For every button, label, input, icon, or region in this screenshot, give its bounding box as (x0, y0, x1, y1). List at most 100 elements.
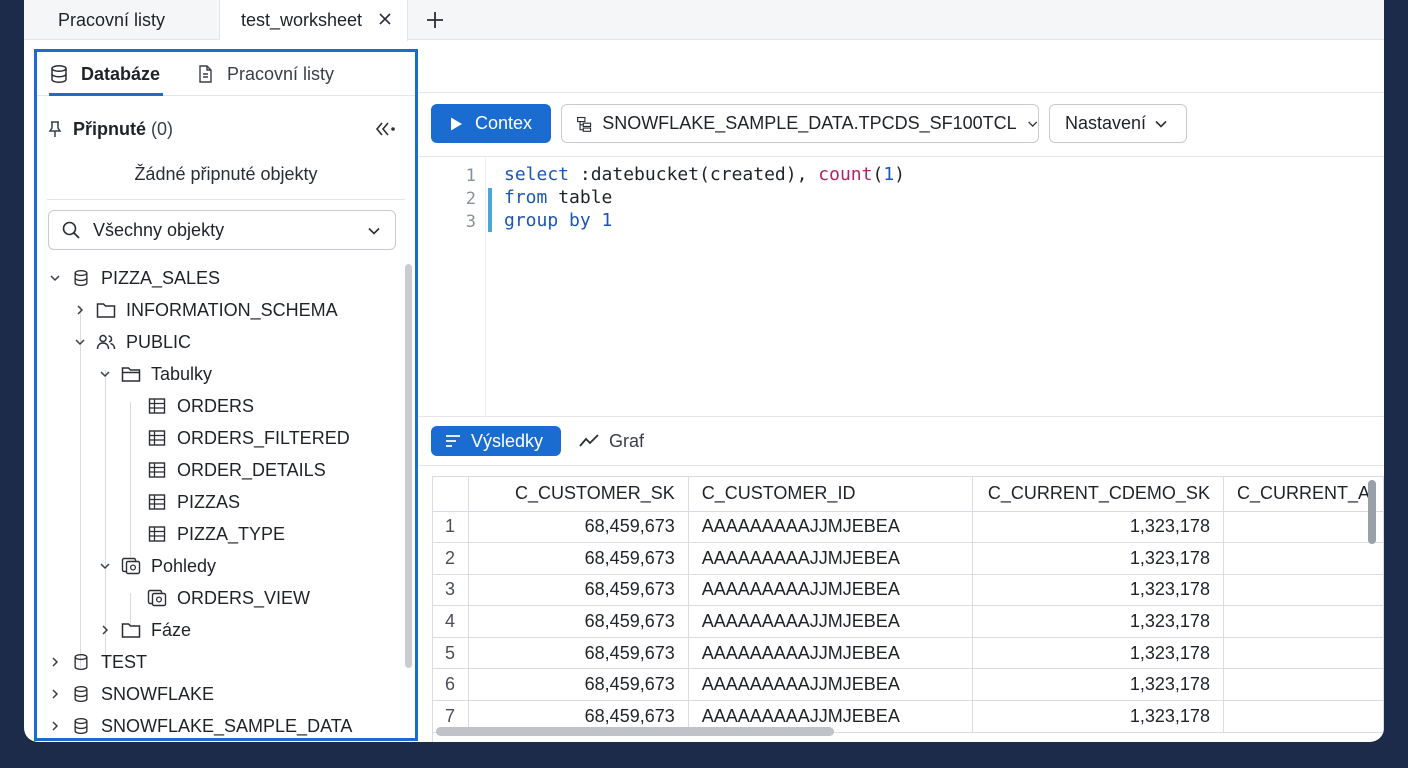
view-icon (147, 588, 167, 608)
chevron-right-icon[interactable] (47, 654, 63, 670)
tree-node-label: TEST (101, 651, 148, 672)
table-cell[interactable]: 68,459,673 (468, 605, 689, 638)
table-cell[interactable]: AAAAAAAAAJJMJEBEA (688, 637, 974, 670)
collapse-panel-icon[interactable] (375, 120, 397, 138)
chevron-down-icon[interactable] (72, 334, 88, 350)
table-cell[interactable] (1223, 700, 1384, 733)
chevron-right-icon[interactable] (72, 302, 88, 318)
table-cell[interactable]: 68,459,673 (468, 574, 689, 607)
table-row[interactable]: 3 68,459,673 AAAAAAAAAJJMJEBEA 1,323,178 (433, 574, 1384, 607)
table-cell[interactable]: 68,459,673 (468, 668, 689, 702)
results-vertical-scrollbar[interactable] (1368, 480, 1376, 544)
chevron-down-icon[interactable] (97, 366, 113, 382)
object-filter-select[interactable]: Všechny objekty (48, 210, 396, 250)
column-header[interactable]: C_CUSTOMER_SK (468, 477, 689, 512)
tab-chart[interactable]: Graf (579, 426, 644, 456)
column-header[interactable]: C_CURRENT_A (1223, 477, 1384, 512)
table-cell[interactable]: 68,459,673 (468, 542, 689, 575)
table-cell[interactable]: 1,323,178 (972, 574, 1224, 607)
tree-node-table-pizzas[interactable]: PIZZAS (147, 487, 240, 517)
tree-scrollbar[interactable] (405, 264, 412, 668)
code-line-2[interactable]: from table (504, 187, 612, 208)
table-cell[interactable] (1223, 511, 1384, 544)
tab-worksheets[interactable]: Pracovní listy (24, 0, 220, 40)
users-icon (96, 332, 116, 352)
tree-node-information-schema[interactable]: INFORMATION_SCHEMA (72, 295, 338, 325)
search-icon (62, 221, 80, 239)
tree-node-pizza-sales[interactable]: PIZZA_SALES (47, 263, 220, 293)
settings-dropdown[interactable]: Nastavení (1049, 104, 1187, 143)
tree-node-table-order-details[interactable]: ORDER_DETAILS (147, 455, 326, 485)
chevron-right-icon[interactable] (97, 622, 113, 638)
table-cell[interactable]: AAAAAAAAAJJMJEBEA (688, 574, 974, 607)
tree-node-label: ORDER_DETAILS (177, 459, 326, 480)
list-icon (446, 435, 460, 447)
table-cell[interactable]: AAAAAAAAAJJMJEBEA (688, 542, 974, 575)
tab-databases[interactable]: Databáze (49, 52, 163, 96)
results-table: C_CUSTOMER_SK C_CUSTOMER_ID C_CURRENT_CD… (433, 477, 1384, 733)
add-tab-icon[interactable] (424, 9, 446, 31)
context-select[interactable]: SNOWFLAKE_SAMPLE_DATA.TPCDS_SF100TCL (561, 104, 1039, 143)
table-row[interactable]: 4 68,459,673 AAAAAAAAAJJMJEBEA 1,323,178 (433, 605, 1384, 638)
database-icon (71, 716, 91, 736)
table-cell[interactable]: 68,459,673 (468, 637, 689, 670)
tree-node-snowflake-sample-data[interactable]: SNOWFLAKE_SAMPLE_DATA (47, 711, 353, 738)
chevron-right-icon[interactable] (47, 686, 63, 702)
tree-node-table-orders[interactable]: ORDERS (147, 391, 254, 421)
code-line-1[interactable]: select :datebucket(created), count(1) (504, 164, 905, 185)
table-row[interactable]: 6 68,459,673 AAAAAAAAAJJMJEBEA 1,323,178 (433, 668, 1384, 702)
table-cell[interactable]: 68,459,673 (468, 511, 689, 544)
table-row[interactable]: 1 68,459,673 AAAAAAAAAJJMJEBEA 1,323,178 (433, 511, 1384, 544)
table-cell[interactable]: 1,323,178 (972, 542, 1224, 575)
close-icon[interactable] (377, 11, 393, 27)
table-cell[interactable] (1223, 542, 1384, 575)
sql-editor[interactable]: 1 2 3 select :datebucket(created), count… (418, 158, 1384, 417)
run-button-label: Contex (475, 113, 533, 133)
chevron-down-icon[interactable] (97, 558, 113, 574)
table-cell[interactable]: 1,323,178 (972, 511, 1224, 544)
table-cell[interactable] (1223, 605, 1384, 638)
table-cell[interactable]: 1,323,178 (972, 605, 1224, 638)
chevron-down-icon[interactable] (47, 270, 63, 286)
table-row[interactable]: 5 68,459,673 AAAAAAAAAJJMJEBEA 1,323,178 (433, 637, 1384, 670)
tree-node-label: SNOWFLAKE (101, 683, 215, 704)
table-cell[interactable] (1223, 574, 1384, 607)
tree-node-table-pizza-type[interactable]: PIZZA_TYPE (147, 519, 285, 549)
results-horizontal-scrollbar[interactable] (436, 727, 834, 736)
tree-node-view-orders-view[interactable]: ORDERS_VIEW (147, 583, 310, 613)
tree-node-table-orders-filtered[interactable]: ORDERS_FILTERED (147, 423, 350, 453)
table-icon (147, 492, 167, 512)
table-cell[interactable] (1223, 668, 1384, 702)
table-cell[interactable]: 1,323,178 (972, 668, 1224, 702)
table-cell[interactable] (1223, 637, 1384, 670)
tree-node-label: SNOWFLAKE_SAMPLE_DATA (101, 715, 353, 736)
column-header[interactable]: C_CURRENT_CDEMO_SK (972, 477, 1224, 512)
tree-node-public[interactable]: PUBLIC (72, 327, 191, 357)
tab-test-worksheet[interactable]: test_worksheet (220, 0, 408, 41)
table-cell[interactable]: AAAAAAAAAJJMJEBEA (688, 668, 974, 702)
document-icon (199, 65, 212, 83)
run-button[interactable]: Contex (431, 104, 551, 143)
table-cell[interactable]: AAAAAAAAAJJMJEBEA (688, 511, 974, 544)
app-window: Pracovní listy test_worksheet Databáze P… (24, 0, 1384, 742)
tree-node-test[interactable]: TEST (47, 647, 147, 677)
tab-results[interactable]: Výsledky (431, 426, 561, 456)
tree-node-label: Tabulky (151, 363, 213, 384)
object-explorer-panel: Databáze Pracovní listy Připnuté (0) Žád… (34, 49, 418, 741)
table-cell[interactable]: 1,323,178 (972, 700, 1224, 733)
table-cell[interactable]: 1,323,178 (972, 637, 1224, 670)
tree-node-label: INFORMATION_SCHEMA (126, 299, 338, 320)
tree-node-stages[interactable]: Fáze (97, 615, 191, 645)
tree-node-label: PUBLIC (126, 331, 192, 352)
tree-node-snowflake[interactable]: SNOWFLAKE (47, 679, 214, 709)
context-select-value: SNOWFLAKE_SAMPLE_DATA.TPCDS_SF100TCL (602, 113, 1017, 133)
chevron-right-icon[interactable] (47, 718, 63, 734)
code-line-3[interactable]: group by 1 (504, 210, 612, 231)
table-cell[interactable]: AAAAAAAAAJJMJEBEA (688, 605, 974, 638)
tree-node-views[interactable]: Pohledy (97, 551, 216, 581)
table-row[interactable]: 2 68,459,673 AAAAAAAAAJJMJEBEA 1,323,178 (433, 542, 1384, 575)
tree-node-tables[interactable]: Tabulky (97, 359, 212, 389)
pinned-count: (0) (151, 118, 174, 139)
tab-worksheets-list[interactable]: Pracovní listy (195, 52, 334, 96)
column-header[interactable]: C_CUSTOMER_ID (688, 477, 974, 512)
